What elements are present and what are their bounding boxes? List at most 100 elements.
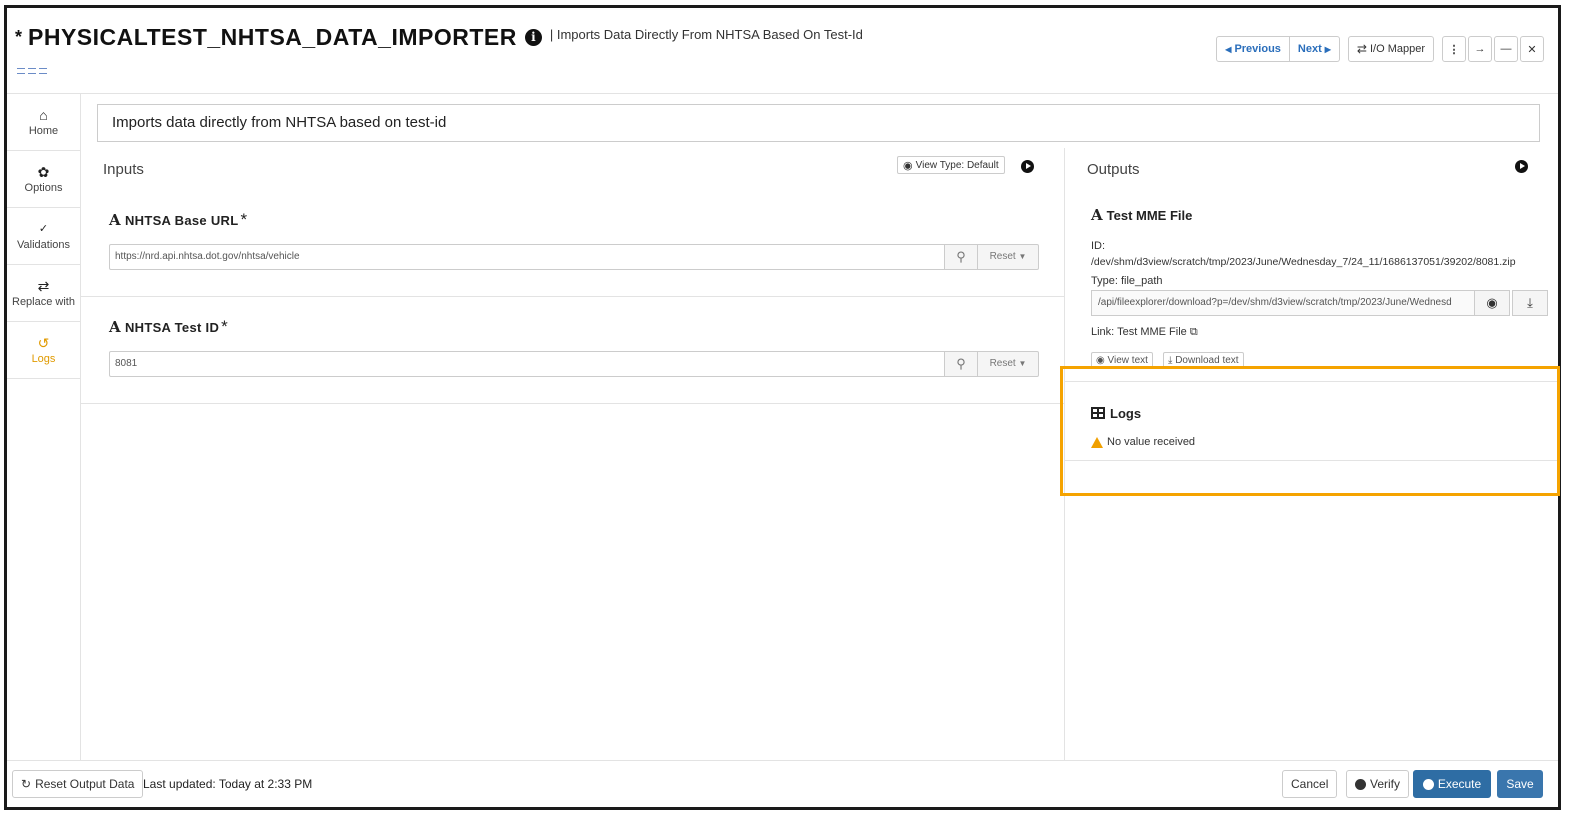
field-label: A NHTSA Base URL * [109,210,247,230]
test-id-input[interactable]: 8081 [109,351,945,377]
sidebar-item-label: Home [28,124,59,137]
info-icon[interactable]: i [524,29,542,46]
history-icon: ↺ [37,334,50,351]
sidebar-item-home[interactable]: ⌂ Home [7,94,80,151]
download-icon: ⤓ [1527,295,1533,310]
reset-output-button[interactable]: ↻ Reset Output Data [12,770,144,798]
base-url-input[interactable]: https://nrd.api.nhtsa.dot.gov/nhtsa/vehi… [109,244,945,270]
text-type-icon: A [109,211,121,229]
output-id-label: ID: [1091,240,1106,252]
app-window: * PHYSICALTEST_NHTSA_DATA_IMPORTER i | I… [4,5,1561,810]
more-menu-button[interactable]: ⋮ [1442,36,1466,62]
field-nhtsa-base-url: A NHTSA Base URL * https://nrd.api.nhtsa.d… [81,188,1065,297]
check-circle-icon [1355,778,1366,790]
download-icon: ⤓ [1168,355,1173,366]
sidebar: ⌂ Home ✿ Options ✓ Validations ⇄ Replace… [7,94,81,760]
caret-right-icon: ▶ [1324,44,1331,54]
caret-down-icon: ▼ [1018,252,1027,261]
text-type-icon: A [109,318,121,336]
view-type-button[interactable]: ◉ View Type: Default [897,156,1005,174]
run-outputs-icon[interactable] [1515,160,1528,173]
minimize-icon: — [1500,43,1512,55]
page-subtitle: | Imports Data Directly From NHTSA Based… [549,27,863,42]
field-nhtsa-test-id: A NHTSA Test ID * 8081 ⚲ Reset ▼ [81,297,1065,404]
output-file-label-text: Test MME File [1106,208,1193,223]
swap-icon: ⇄ [37,277,50,294]
title-row: * PHYSICALTEST_NHTSA_DATA_IMPORTER i | I… [15,24,863,51]
close-icon: ✕ [1527,43,1537,56]
reset-dropdown-button[interactable]: Reset ▼ [977,351,1039,377]
swap-icon: ⇄ [1356,42,1367,56]
reset-dropdown-button[interactable]: Reset ▼ [977,244,1039,270]
attach-button[interactable]: ⚲ [944,244,978,270]
description-box: Imports data directly from NHTSA based o… [97,104,1540,142]
execute-button[interactable]: Execute [1413,770,1491,798]
download-button[interactable]: ⤓ [1512,290,1548,316]
save-label: Save [1506,777,1534,791]
layout-icon[interactable] [17,68,25,74]
field-label: A NHTSA Test ID * [109,317,228,337]
required-marker: * [221,317,229,336]
eye-icon: ◉ [903,159,913,172]
reset-label: Reset [989,358,1016,369]
prev-next-group: ◀ Previous Next ▶ [1216,36,1340,62]
field-label-text: NHTSA Base URL [124,213,239,228]
arrow-right-icon: → [1474,43,1486,55]
output-id-value: /dev/shm/d3view/scratch/tmp/2023/June/We… [1091,256,1516,268]
preview-button[interactable]: ◉ [1474,290,1510,316]
io-mapper-label: I/O Mapper [1369,43,1425,55]
output-link[interactable]: Link: Test MME File ⧉ [1091,326,1198,339]
execute-label: Execute [1437,777,1482,791]
next-label: Next [1297,43,1322,55]
external-link-icon[interactable]: ⧉ [1190,326,1198,338]
last-updated: Last updated: Today at 2:33 PM [143,777,313,791]
field-label-text: NHTSA Test ID [124,320,220,335]
download-link-field[interactable]: /api/fileexplorer/download?p=/dev/shm/d3… [1091,290,1475,316]
run-inputs-icon[interactable] [1021,160,1034,173]
expand-button[interactable]: → [1468,36,1492,62]
download-text-label: Download text [1175,355,1239,366]
previous-button[interactable]: ◀ Previous [1216,36,1290,62]
sidebar-item-options[interactable]: ✿ Options [7,151,80,208]
reset-output-label: Reset Output Data [35,777,135,791]
refresh-icon: ↻ [21,777,32,791]
caret-down-icon: ▼ [1018,359,1027,368]
verify-label: Verify [1370,777,1401,791]
reset-label: Reset [989,251,1016,262]
caret-left-icon: ◀ [1225,44,1232,54]
output-file-label: A Test MME File [1091,206,1192,224]
sidebar-item-logs[interactable]: ↺ Logs [7,322,80,379]
layout-icon[interactable] [39,68,47,74]
eye-icon: ◉ [1486,295,1498,310]
inputs-title: Inputs [103,161,144,178]
verify-button[interactable]: Verify [1346,770,1410,798]
play-circle-icon [1422,778,1434,790]
outputs-title: Outputs [1087,161,1140,178]
save-button[interactable]: Save [1497,770,1543,798]
eye-icon: ◉ [1096,355,1105,366]
close-button[interactable]: ✕ [1520,36,1544,62]
sidebar-item-replace-with[interactable]: ⇄ Replace with [7,265,80,322]
view-type-label: View Type: Default [915,159,999,171]
io-mapper-button[interactable]: ⇄ I/O Mapper [1347,36,1434,62]
logs-highlight-box [1060,366,1560,496]
paperclip-icon: ⚲ [956,356,966,371]
required-marker: * [240,210,248,229]
view-text-label: View text [1107,355,1148,366]
attach-button[interactable]: ⚲ [944,351,978,377]
header: * PHYSICALTEST_NHTSA_DATA_IMPORTER i | I… [7,8,1558,94]
output-link-text[interactable]: Link: Test MME File [1091,326,1187,338]
text-type-icon: A [1091,206,1103,224]
next-button[interactable]: Next ▶ [1289,36,1340,62]
layout-icon[interactable] [28,68,36,74]
modified-marker: * [15,27,23,47]
gear-icon: ✿ [37,163,50,180]
sidebar-item-validations[interactable]: ✓ Validations [7,208,80,265]
previous-label: Previous [1234,43,1281,55]
check-icon: ✓ [38,222,49,235]
vertical-dots-icon: ⋮ [1448,43,1460,56]
cancel-button[interactable]: Cancel [1282,770,1338,798]
minimize-button[interactable]: — [1494,36,1518,62]
layout-toggle[interactable] [17,68,47,74]
sidebar-item-label: Validations [17,238,70,251]
